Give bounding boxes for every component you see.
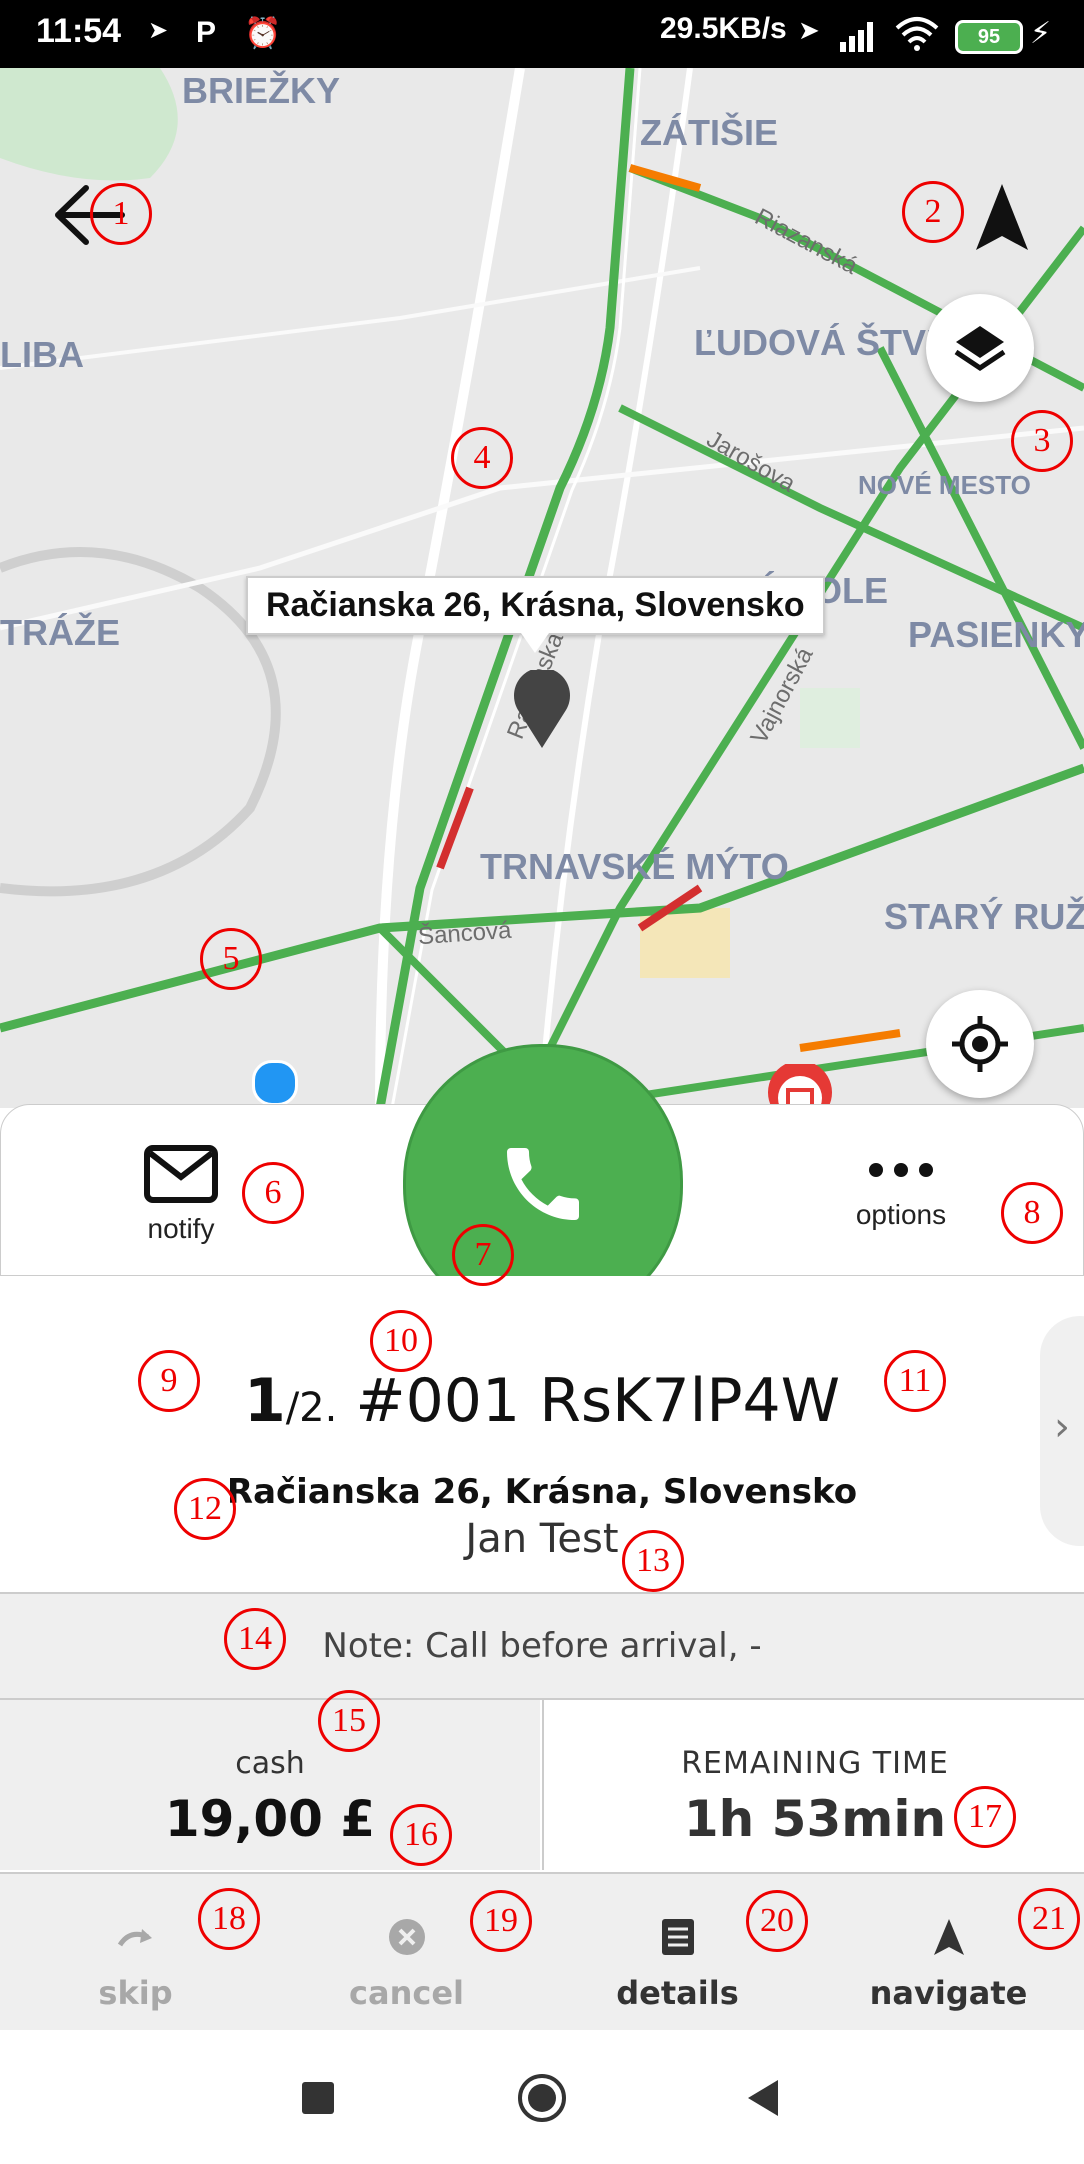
annotation-marker: 8 xyxy=(1001,1182,1063,1244)
network-speed: 29.5KB/s xyxy=(660,12,787,45)
location-arrow-icon: ➤ xyxy=(798,16,820,46)
envelope-icon xyxy=(144,1145,218,1203)
phone-icon xyxy=(507,1148,579,1220)
order-total: /2. xyxy=(285,1385,338,1431)
payment-box: cash 19,00 £ xyxy=(0,1700,540,1870)
remaining-time-box: REMAINING TIME 1h 53min xyxy=(542,1700,1084,1870)
order-address: Račianska 26, Krásna, Slovensko xyxy=(226,1472,858,1512)
map-label: LIBA xyxy=(0,334,84,375)
annotation-marker: 10 xyxy=(370,1310,432,1372)
more-horiz-icon xyxy=(869,1163,933,1177)
battery-indicator: 95 xyxy=(955,20,1023,54)
order-info[interactable]: 1/2. #001 RsK7lP4W Račianska 26, Krásna, … xyxy=(0,1276,1084,1594)
map-label: BRIEŽKY xyxy=(182,70,341,111)
back-triangle-icon[interactable] xyxy=(744,2078,780,2118)
details-label: details xyxy=(616,1974,739,2012)
navigation-arrow-icon xyxy=(933,1919,964,1955)
map-label: NOVÉ MESTO xyxy=(858,470,1031,500)
wifi-icon xyxy=(895,17,939,51)
map-label: STARÝ RUŽ xyxy=(884,896,1084,937)
notify-label: notify xyxy=(147,1213,215,1244)
annotation-marker: 15 xyxy=(318,1690,380,1752)
navigation-arrow-icon: ➤ xyxy=(148,16,169,44)
system-nav-bar xyxy=(0,2030,1084,2164)
annotation-marker: 11 xyxy=(884,1350,946,1412)
order-note: Note: Call before arrival, - xyxy=(0,1594,1084,1700)
status-time: 11:54 xyxy=(36,12,122,50)
navigation-north-icon[interactable] xyxy=(972,180,1032,260)
navigate-label: navigate xyxy=(869,1974,1028,2012)
map-label: PASIENKY xyxy=(908,614,1084,655)
recents-square-icon[interactable] xyxy=(300,2080,336,2116)
layers-button[interactable] xyxy=(926,294,1034,402)
customer-name: Jan Test xyxy=(465,1516,619,1562)
annotation-marker: 4 xyxy=(451,427,513,489)
skip-label: skip xyxy=(98,1974,173,2012)
cancel-circle-icon xyxy=(388,1919,425,1955)
my-location-button[interactable] xyxy=(926,990,1034,1098)
charging-bolt-icon: ⚡ xyxy=(1030,16,1052,51)
annotation-marker: 19 xyxy=(470,1890,532,1952)
annotation-marker: 17 xyxy=(954,1786,1016,1848)
annotation-marker: 6 xyxy=(242,1162,304,1224)
annotation-marker: 3 xyxy=(1011,410,1073,472)
annotation-marker: 18 xyxy=(198,1888,260,1950)
options-label: options xyxy=(855,1199,947,1230)
home-circle-icon[interactable] xyxy=(516,2072,568,2124)
status-bar: 11:54 ➤ P ⏰ 29.5KB/s ➤ 95 ⚡ xyxy=(0,0,1084,68)
current-location-dot xyxy=(252,1060,298,1106)
parking-p-icon: P xyxy=(196,16,217,49)
order-number: #001 RsK7lP4W xyxy=(355,1366,841,1436)
layers-icon xyxy=(954,326,1006,372)
shop-pin-icon[interactable] xyxy=(764,1064,836,1108)
payment-amount: 19,00 £ xyxy=(164,1790,376,1848)
chevron-right-icon: › xyxy=(1054,1404,1070,1450)
map-label: TRNAVSKÉ MÝTO xyxy=(480,846,789,887)
annotation-marker: 12 xyxy=(174,1478,236,1540)
annotation-marker: 1 xyxy=(90,183,152,245)
location-pin-icon[interactable] xyxy=(512,670,572,750)
options-button[interactable]: options xyxy=(831,1155,971,1255)
alarm-icon: ⏰ xyxy=(244,16,282,51)
order-sheet: notify options 1/2. #001 RsK7lP4W Račians… xyxy=(0,1044,1084,2032)
annotation-marker: 2 xyxy=(902,181,964,243)
order-position: 1 xyxy=(243,1366,286,1436)
annotation-marker: 16 xyxy=(390,1804,452,1866)
cancel-label: cancel xyxy=(349,1974,464,2012)
map-label: TRÁŽE xyxy=(0,612,120,653)
annotation-marker: 21 xyxy=(1018,1888,1080,1950)
list-document-icon xyxy=(661,1919,694,1955)
payment-method: cash xyxy=(235,1746,305,1781)
annotation-marker: 7 xyxy=(452,1224,514,1286)
signal-icon xyxy=(840,22,873,52)
annotation-marker: 14 xyxy=(224,1608,286,1670)
address-tooltip: Račianska 26, Krásna, Slovensko xyxy=(246,576,825,653)
next-order-tab[interactable]: › xyxy=(1040,1316,1084,1546)
my-location-icon xyxy=(952,1016,1008,1072)
bottom-action-bar: skip cancel details navigate xyxy=(0,1872,1084,2032)
annotation-marker: 20 xyxy=(746,1890,808,1952)
map-label: ZÁTIŠIE xyxy=(640,112,779,153)
remaining-time-label: REMAINING TIME xyxy=(681,1746,949,1781)
map-label: ĽUDOVÁ ŠTVI xyxy=(694,322,937,363)
annotation-marker: 9 xyxy=(138,1350,200,1412)
notify-button[interactable]: notify xyxy=(111,1145,251,1255)
redo-icon xyxy=(117,1929,152,1947)
annotation-marker: 5 xyxy=(200,928,262,990)
annotation-marker: 13 xyxy=(622,1530,684,1592)
